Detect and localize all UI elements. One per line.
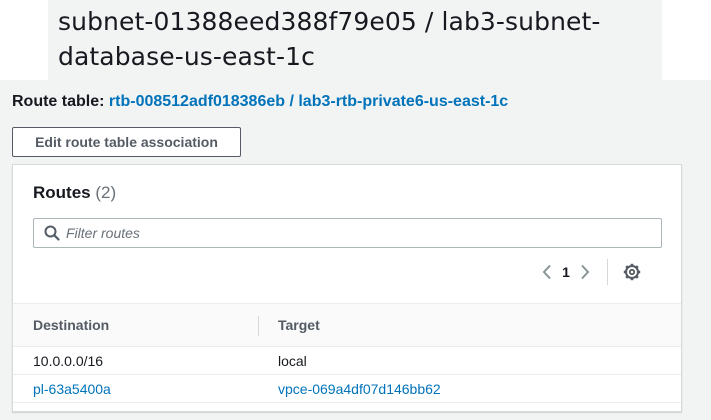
subnet-title-line-2: database-us-east-1c: [58, 42, 315, 71]
route-table-info: Route table: rtb-008512adf018386eb / lab…: [12, 91, 508, 113]
column-header-destination[interactable]: Destination: [33, 304, 109, 346]
table-row: pl-63a5400a vpce-069a4df07d146bb62: [13, 375, 681, 403]
route-table-link[interactable]: rtb-008512adf018386eb / lab3-rtb-private…: [109, 93, 508, 110]
routes-header: Routes (2): [33, 181, 116, 205]
pagination: 1: [537, 259, 642, 285]
page-background: [662, 0, 711, 80]
routes-panel: Routes (2) 1: [12, 164, 682, 412]
gear-icon[interactable]: [622, 262, 642, 282]
routes-title: Routes: [33, 183, 91, 202]
page-background: [0, 0, 48, 80]
routes-table-header: Destination Target: [13, 303, 681, 347]
current-page-number[interactable]: 1: [557, 264, 575, 280]
filter-routes-box[interactable]: [33, 218, 662, 248]
subnet-title-line-1: subnet-01388eed388f79e05 / lab3-subnet-: [58, 7, 601, 36]
route-destination: 10.0.0.0/16: [33, 353, 104, 369]
subnet-header: subnet-01388eed388f79e05 / lab3-subnet- …: [48, 0, 662, 80]
route-target-link[interactable]: vpce-069a4df07d146bb62: [278, 375, 441, 403]
chevron-right-icon[interactable]: [575, 262, 595, 282]
routes-count: (2): [95, 183, 117, 202]
pager-divider: [607, 259, 608, 285]
route-target: local: [278, 353, 307, 369]
route-destination-link[interactable]: pl-63a5400a: [33, 375, 111, 403]
route-table-label: Route table:: [12, 93, 105, 110]
filter-routes-input[interactable]: [66, 222, 646, 244]
search-icon: [44, 225, 60, 241]
column-divider: [258, 316, 259, 336]
edit-route-table-association-button[interactable]: Edit route table association: [12, 127, 241, 157]
table-row: 10.0.0.0/16 local: [13, 347, 681, 375]
column-header-target[interactable]: Target: [278, 304, 320, 346]
chevron-left-icon[interactable]: [537, 262, 557, 282]
